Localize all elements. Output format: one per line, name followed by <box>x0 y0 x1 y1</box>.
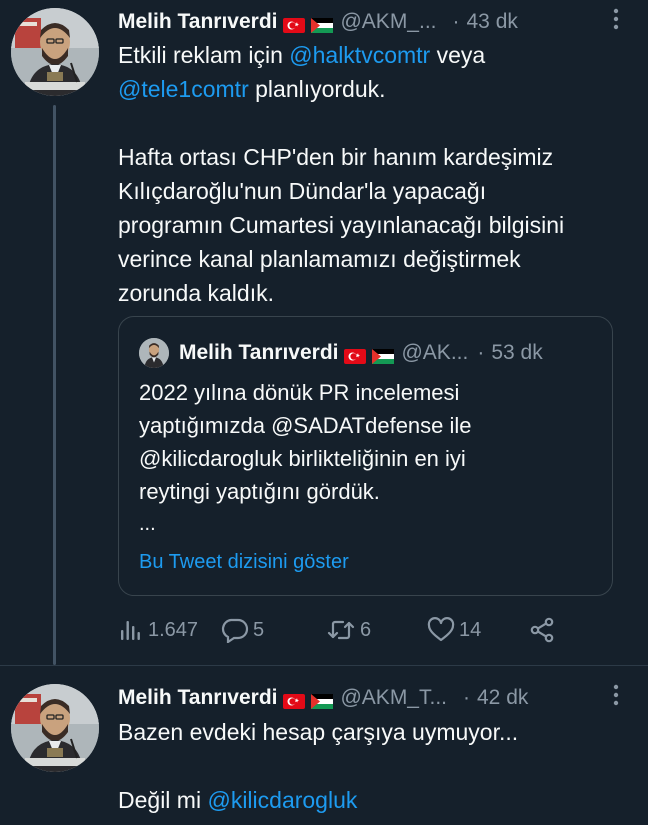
share-button[interactable] <box>528 612 556 648</box>
author-name[interactable]: Melih Tanrıverdi <box>179 341 338 365</box>
text-line: zorunda kaldık. <box>118 280 274 306</box>
separator-dot: · <box>463 686 470 709</box>
more-icon[interactable] <box>612 8 620 36</box>
quoted-tweet[interactable]: Melih Tanrıverdi @AK... · 53 dk 2022 yıl… <box>118 316 613 596</box>
text-line: @kilicdarogluk birlikteliğinin en iyi <box>139 446 466 471</box>
tweet-text: Etkili reklam için @halktvcomtr veya @te… <box>118 38 626 310</box>
mention-link[interactable]: @tele1comtr <box>118 76 249 102</box>
palestine-flag-icon <box>311 15 334 33</box>
turkey-flag-icon <box>344 346 367 364</box>
timeline: Melih Tanrıverdi @AKM_... · 43 dk Etkili… <box>0 0 648 825</box>
show-thread-link[interactable]: Bu Tweet dizisini göster <box>139 551 349 574</box>
avatar[interactable] <box>11 684 99 772</box>
share-icon <box>528 616 556 644</box>
separator-dot: · <box>452 10 460 33</box>
text-line: 2022 yılına dönük PR incelemesi <box>139 380 460 405</box>
reply-count: 5 <box>253 618 265 641</box>
text-line: Bazen evdeki hesap çarşıya uymuyor... <box>118 719 519 745</box>
author-handle[interactable]: @AKM_T... <box>340 686 447 710</box>
text-segment: planlıyorduk. <box>248 76 386 102</box>
mention-link[interactable]: @halktvcomtr <box>289 42 430 68</box>
truncation-ellipsis: ... <box>139 513 156 535</box>
views-button[interactable]: 1.647 <box>118 612 198 648</box>
like-icon <box>427 617 455 643</box>
author-name[interactable]: Melih Tanrıverdi <box>118 10 277 34</box>
tweet-actions: 1.647 5 6 14 <box>118 612 588 648</box>
mention-link[interactable]: @kilicdarogluk <box>207 787 357 813</box>
retweet-icon <box>326 617 356 643</box>
text-line: Kılıçdaroğlu'nun Dündar'la yapacağı <box>118 178 487 204</box>
reply-button[interactable]: 5 <box>221 612 264 648</box>
palestine-flag-icon <box>311 691 334 709</box>
like-button[interactable]: 14 <box>427 612 481 648</box>
separator-dot: · <box>477 341 485 364</box>
tweet-time[interactable]: 43 dk <box>467 10 518 34</box>
text-segment: veya <box>430 42 486 68</box>
tweet[interactable]: Melih Tanrıverdi @AKM_... · 43 dk Etkili… <box>0 0 648 665</box>
tweet[interactable]: Melih Tanrıverdi @AKM_T... · 42 dk Bazen… <box>0 665 648 825</box>
like-count: 14 <box>459 618 482 641</box>
quoted-tweet-header: Melih Tanrıverdi @AK... · 53 dk <box>179 338 600 368</box>
text-line: Hafta ortası CHP'den bir hanım kardeşimi… <box>118 144 554 170</box>
author-name[interactable]: Melih Tanrıverdi <box>118 686 277 710</box>
tweet-time[interactable]: 42 dk <box>477 686 528 710</box>
avatar[interactable] <box>139 338 169 368</box>
turkey-flag-icon <box>283 691 306 709</box>
text-segment: Değil mi <box>118 787 208 813</box>
palestine-flag-icon <box>372 346 395 364</box>
avatar[interactable] <box>11 8 99 96</box>
text-line: reytingi yaptığını gördük. <box>139 479 380 504</box>
text-segment: Etkili reklam için <box>118 42 290 68</box>
more-icon[interactable] <box>612 684 620 712</box>
retweet-button[interactable]: 6 <box>326 612 371 648</box>
tweet-header: Melih Tanrıverdi @AKM_T... · 42 dk <box>118 682 640 714</box>
text-line: yaptığımızda @SADATdefense ile <box>139 413 472 438</box>
turkey-flag-icon <box>283 15 306 33</box>
text-line: programın Cumartesi yayınlanacağı bilgis… <box>118 212 565 238</box>
tweet-header: Melih Tanrıverdi @AKM_... · 43 dk <box>118 6 640 38</box>
author-handle[interactable]: @AKM_... <box>340 10 436 34</box>
text-line: verince kanal planlamamızı değiştirmek <box>118 246 521 272</box>
tweet-text: Bazen evdeki hesap çarşıya uymuyor... De… <box>118 715 626 817</box>
quoted-tweet-text: 2022 yılına dönük PR incelemesi yaptığım… <box>139 376 592 508</box>
tweet-time[interactable]: 53 dk <box>491 341 542 365</box>
views-count: 1.647 <box>148 618 199 641</box>
reply-icon <box>221 617 249 643</box>
retweet-count: 6 <box>360 618 372 641</box>
author-handle[interactable]: @AK... <box>401 341 468 365</box>
views-icon <box>118 617 144 643</box>
